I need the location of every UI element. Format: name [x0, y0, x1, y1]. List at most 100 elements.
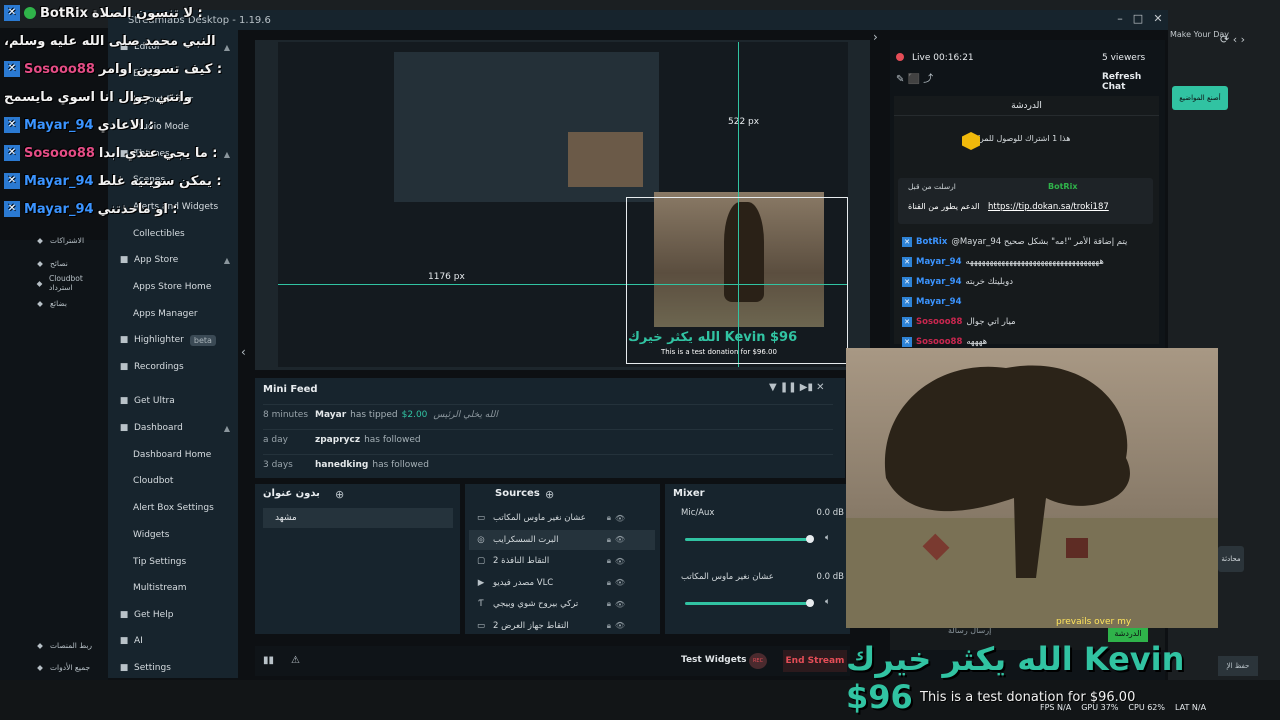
bg-nav-item[interactable]: ◆ ربط المنصات — [4, 638, 104, 652]
sidebar-item[interactable]: ■ Get Ultra — [108, 391, 238, 411]
source-item[interactable]: ▢ التقاط النافذة 2 🔒︎ 👁︎ — [469, 551, 655, 571]
preview-canvas[interactable]: 522 px 1176 px الله يكثر خيرك Kevin $96 … — [278, 42, 848, 367]
lock-icon[interactable]: 🔒︎ — [607, 621, 611, 631]
lock-icon[interactable]: 🔒︎ — [607, 578, 611, 588]
chat-button[interactable]: محادثة — [1218, 546, 1244, 572]
sidebar-item[interactable]: Multistream — [108, 578, 238, 598]
overlay-chat-line: ،النبي محمد صلى الله عليه وسلم — [4, 28, 216, 54]
sidebar-item[interactable]: ■ AI — [108, 631, 238, 651]
sidebar-item[interactable]: ■ Settings — [108, 658, 238, 678]
chat-message[interactable]: ✕ BotRix @Mayar_94 يتم إضافة الأمر "!مه" ب… — [902, 234, 1154, 250]
chat-username[interactable]: Sosooo88 — [916, 317, 962, 327]
feed-row[interactable]: 8 minutes Mayar has tipped $2.00 الله يخلي ا… — [263, 404, 833, 424]
chevron-left-icon[interactable]: ‹ — [241, 345, 251, 359]
eye-icon[interactable]: 👁︎ — [615, 535, 625, 544]
slider-knob[interactable] — [806, 599, 814, 607]
lock-icon[interactable]: 🔒︎ — [607, 535, 611, 545]
feed-row[interactable]: 3 days hanedking has followed — [263, 454, 833, 474]
sidebar-item[interactable]: ■ App Store ▲ — [108, 250, 238, 270]
bg-nav-item[interactable]: ◆ Cloudbot استرداد — [4, 274, 104, 292]
source-item[interactable]: Ƭ تركي بيروح شوي وبيجي 🔒︎ 👁︎ — [469, 594, 655, 614]
sidebar-item[interactable]: Apps Manager — [108, 304, 238, 324]
live-timer: Live 00:16:21 — [912, 53, 974, 63]
scene-item[interactable]: مشهد — [263, 508, 453, 528]
feed-name: hanedking — [315, 459, 369, 470]
pinned-link[interactable]: https://tip.dokan.sa/troki187 — [988, 202, 1128, 214]
make-topics-button[interactable]: أصنع المواضيع — [1172, 86, 1228, 110]
bg-nav-item[interactable]: ◆ نصائح — [4, 256, 104, 270]
bg-nav-item[interactable]: ◆ بضائع — [4, 296, 104, 310]
chat-overlay: ✕ BotRix لا تنسون الصلاة : ،النبي محمد صلى … — [0, 0, 228, 232]
chat-username[interactable]: Mayar_94 — [916, 297, 961, 307]
speaker-icon[interactable]: 🔈︎ — [825, 597, 830, 607]
sidebar-item[interactable]: ■ Get Help — [108, 605, 238, 625]
chat-username[interactable]: Mayar_94 — [916, 257, 961, 267]
sidebar-item[interactable]: ■ Highlighter beta — [108, 330, 238, 350]
minimize-icon[interactable]: – — [1113, 12, 1127, 26]
ultra-icon: ■ — [119, 396, 129, 406]
sidebar-item[interactable]: ■ Recordings — [108, 357, 238, 377]
source-item[interactable]: ▶ مصدر فيديو VLC 🔒︎ 👁︎ — [469, 573, 655, 593]
chat-input[interactable]: إرسال رسالة — [948, 626, 1060, 640]
chevron-up-icon[interactable]: ▲ — [224, 256, 230, 265]
chat-username[interactable]: Mayar_94 — [916, 277, 961, 287]
feed-controls[interactable]: ▼ ❚❚ ▶▮ ✕ — [769, 382, 839, 396]
sidebar-item[interactable]: Dashboard Home — [108, 445, 238, 465]
sidebar-item-label: Get Ultra — [134, 396, 175, 406]
chevron-right-icon[interactable]: › — [873, 30, 883, 44]
add-source-icon[interactable]: ⊕ — [545, 488, 557, 501]
feed-row[interactable]: a day zpaprycz has followed — [263, 429, 833, 449]
source-item[interactable]: ◎ البرت السسكرايب 🔒︎ 👁︎ — [469, 529, 655, 550]
chevron-up-icon[interactable]: ▲ — [224, 424, 230, 433]
chat-message[interactable]: ✕ Sosooo88 ميار اتي جوال — [902, 314, 1154, 330]
selection-box[interactable] — [626, 197, 848, 364]
chat-tool-icons[interactable]: ✎ ⬛ ⤴ — [896, 70, 966, 85]
sidebar-item[interactable]: Widgets — [108, 525, 238, 545]
source-item[interactable]: ▭ التقاط جهاز العرض 2 🔒︎ 👁︎ — [469, 616, 655, 636]
overlay-username: Mayar_94 — [24, 117, 94, 133]
eye-icon[interactable]: 👁︎ — [615, 557, 625, 566]
slider-knob[interactable] — [806, 535, 814, 543]
close-icon[interactable]: ✕ — [1151, 12, 1165, 26]
sidebar-item-label: Widgets — [133, 530, 170, 540]
video-playback: prevails over my — [846, 348, 1218, 628]
volume-slider[interactable] — [685, 535, 814, 543]
sidebar-item-label: Highlighter — [134, 335, 184, 345]
eye-icon[interactable]: 👁︎ — [615, 514, 625, 523]
test-widgets-button[interactable]: Test Widgets — [681, 655, 751, 667]
lock-icon[interactable]: 🔒︎ — [607, 599, 611, 609]
maximize-icon[interactable]: □ — [1131, 12, 1145, 26]
mixer-title: Mixer — [673, 488, 705, 499]
refresh-chat-button[interactable]: Refresh Chat — [1102, 72, 1164, 92]
sidebar-item[interactable]: Apps Store Home — [108, 277, 238, 297]
chat-message[interactable]: ✕ Mayar_94 — [902, 294, 1154, 310]
stats-icon[interactable]: ▮▮ — [263, 655, 275, 667]
mixer-panel: Mixer Mic/Aux 0.0 dB 🔈︎ عشان نغير ماوس المك… — [665, 484, 850, 634]
lock-icon[interactable]: 🔒︎ — [607, 513, 611, 523]
pinned-message[interactable]: BotRix ارسلت من قبل https://tip.dokan.sa… — [898, 178, 1153, 224]
eye-icon[interactable]: 👁︎ — [615, 578, 625, 587]
alert-icon[interactable]: ⚠ — [291, 655, 305, 667]
stream-preview[interactable]: 522 px 1176 px الله يكثر خيرك Kevin $96 … — [255, 40, 870, 370]
eye-icon[interactable]: 👁︎ — [615, 621, 625, 630]
add-scene-icon[interactable]: ⊕ — [335, 488, 347, 501]
rec-button[interactable]: REC — [749, 653, 767, 669]
speaker-icon[interactable]: 🔈︎ — [825, 533, 830, 543]
sidebar-item[interactable]: Cloudbot — [108, 471, 238, 491]
lock-icon[interactable]: 🔒︎ — [607, 556, 611, 566]
sidebar-item[interactable]: Alert Box Settings — [108, 498, 238, 518]
pinned-text: الدعم يطور من القناة — [908, 202, 980, 211]
browser-nav-icons[interactable]: ⟳ ‹ › — [1220, 33, 1270, 47]
eye-icon[interactable]: 👁︎ — [615, 600, 625, 609]
sidebar-item[interactable]: Tip Settings — [108, 552, 238, 572]
chat-username[interactable]: BotRix — [916, 237, 947, 247]
source-item[interactable]: ▭ عشان نغير ماوس المكاتب 🔒︎ 👁︎ — [469, 508, 655, 528]
chat-message[interactable]: ✕ Mayar_94 ههههههههههههههههههههههههههههههه… — [902, 254, 1154, 270]
bg-nav-item[interactable]: ◆ جميع الأدوات — [4, 660, 104, 674]
chat-username[interactable]: Sosooo88 — [916, 337, 962, 347]
chat-message[interactable]: ✕ Mayar_94 دوبليتك خربته — [902, 274, 1154, 290]
bg-nav-item[interactable]: ◆ الاشتراكات — [4, 233, 104, 247]
sidebar-item[interactable]: ■ Dashboard ▲ — [108, 418, 238, 438]
volume-slider[interactable] — [685, 599, 814, 607]
end-stream-button[interactable]: End Stream — [783, 650, 847, 672]
